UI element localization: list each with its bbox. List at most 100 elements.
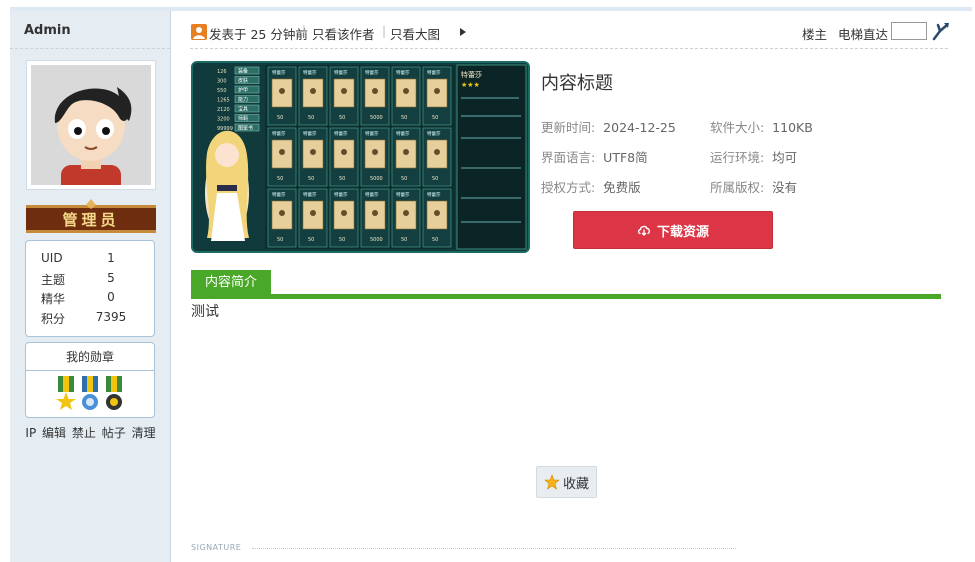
hero-card-figure bbox=[403, 149, 409, 155]
left-tag-text: 皮肤 bbox=[238, 77, 248, 84]
update-time-value: 2024-12-25 bbox=[603, 120, 676, 135]
hero-card-label: 特蕾莎 bbox=[365, 130, 379, 137]
left-value-text: 2120 bbox=[217, 107, 230, 113]
hero-card-label: 特蕾莎 bbox=[396, 191, 410, 198]
floor-master-label: 楼主 bbox=[802, 27, 828, 42]
left-tag-text: 师羁 bbox=[238, 115, 248, 122]
stat-value[interactable]: 7395 bbox=[81, 310, 141, 330]
post-main: 发表于 25 分钟前 | 只看该作者 | 只看大图 楼主 电梯直达 126 装备 3… bbox=[190, 11, 950, 562]
medal-ring-icon[interactable] bbox=[104, 376, 124, 412]
signature-divider bbox=[252, 548, 736, 549]
medal-shield-icon[interactable] bbox=[80, 376, 100, 412]
license-type-value: 免费版 bbox=[603, 180, 641, 195]
hero-card-label: 特蕾莎 bbox=[334, 130, 348, 137]
hero-card-figure bbox=[372, 149, 378, 155]
hero-card-cost: 50 bbox=[308, 237, 314, 243]
separator: | bbox=[302, 24, 307, 38]
hero-card-cost: 50 bbox=[401, 176, 407, 182]
medal-title[interactable]: 我的勋章 bbox=[26, 343, 154, 371]
elevator-label: 电梯直达 bbox=[838, 27, 889, 42]
stat-value[interactable]: 0 bbox=[81, 290, 141, 310]
author-name[interactable]: Admin bbox=[10, 11, 170, 49]
favorite-button[interactable]: 收藏 bbox=[536, 466, 597, 498]
stat-row-credits: 积分 7395 bbox=[26, 310, 154, 330]
post-time: 发表于 25 分钟前 bbox=[209, 27, 308, 42]
hero-card-label: 特蕾莎 bbox=[303, 69, 317, 76]
signature-label: SIGNATURE bbox=[191, 543, 242, 552]
copyright-label: 所属版权: bbox=[710, 180, 765, 195]
favorite-label: 收藏 bbox=[562, 476, 589, 492]
hero-card-label: 特蕾莎 bbox=[272, 69, 286, 76]
hero-card-figure bbox=[279, 210, 285, 216]
file-size: 软件大小: 110KB bbox=[710, 117, 813, 136]
hero-card-label: 特蕾莎 bbox=[334, 191, 348, 198]
hero-card-label: 特蕾莎 bbox=[365, 191, 379, 198]
stat-key: 积分 bbox=[41, 311, 66, 326]
hero-card-label: 特蕾莎 bbox=[365, 69, 379, 76]
only-image-link[interactable]: 只看大图 bbox=[390, 24, 440, 43]
avatar[interactable] bbox=[26, 60, 156, 190]
hero-card-label: 特蕾莎 bbox=[427, 191, 441, 198]
update-time: 更新时间: 2024-12-25 bbox=[541, 117, 676, 136]
hero-card-cost: 50 bbox=[277, 115, 283, 121]
hero-card-cost: 50 bbox=[339, 237, 345, 243]
update-time-label: 更新时间: bbox=[541, 120, 596, 135]
user-group-label: 管理员 bbox=[62, 211, 120, 229]
admin-link-ban[interactable]: 禁止 bbox=[72, 426, 96, 440]
stat-key: UID bbox=[41, 251, 63, 265]
admin-link-clean[interactable]: 清理 bbox=[132, 426, 156, 440]
admin-link-ip[interactable]: IP bbox=[25, 426, 36, 440]
hero-card-label: 特蕾莎 bbox=[334, 69, 348, 76]
admin-link-edit[interactable]: 编辑 bbox=[42, 426, 66, 440]
hero-card-cost: 50 bbox=[308, 176, 314, 182]
hero-card-cost: 50 bbox=[339, 115, 345, 121]
hero-card-label: 特蕾莎 bbox=[303, 130, 317, 137]
stat-value[interactable]: 5 bbox=[81, 271, 141, 291]
download-button[interactable]: 下载资源 bbox=[573, 211, 773, 249]
medal-list bbox=[26, 371, 154, 412]
hero-card-cost: 50 bbox=[401, 237, 407, 243]
left-value-text: 3200 bbox=[217, 117, 230, 123]
hero-card-cost: 50 bbox=[339, 176, 345, 182]
admin-links: IP 编辑 禁止 帖子 清理 bbox=[10, 424, 171, 441]
stat-row-uid: UID 1 bbox=[26, 251, 154, 271]
hero-card-figure bbox=[434, 149, 440, 155]
resource-thumbnail[interactable]: 126 装备 300 皮肤 550 护甲 1265 能力 2120 宝具 3200 师羁 99999 图鉴… bbox=[191, 61, 530, 253]
tab-underline bbox=[191, 294, 941, 299]
medal-box: 我的勋章 bbox=[25, 342, 155, 418]
left-value-text: 300 bbox=[217, 79, 227, 85]
tab-content-intro[interactable]: 内容简介 bbox=[191, 270, 271, 295]
jump-floor-icon[interactable] bbox=[932, 21, 950, 41]
hero-card-figure bbox=[279, 149, 285, 155]
run-environment-label: 运行环境: bbox=[710, 150, 765, 165]
cloud-download-icon bbox=[637, 225, 650, 236]
hero-card-label: 特蕾莎 bbox=[272, 191, 286, 198]
hero-card-cost: 50 bbox=[432, 115, 438, 121]
run-environment-value: 均可 bbox=[772, 150, 798, 165]
hero-card-label: 特蕾莎 bbox=[396, 130, 410, 137]
only-author-link[interactable]: 只看该作者 bbox=[312, 24, 375, 43]
star-icon bbox=[544, 474, 560, 490]
hero-card-cost: 5000 bbox=[370, 176, 383, 182]
hero-card-cost: 50 bbox=[432, 176, 438, 182]
medal-star-icon[interactable] bbox=[56, 376, 76, 412]
left-value-text: 550 bbox=[217, 88, 227, 94]
hero-card-cost: 50 bbox=[401, 115, 407, 121]
admin-link-posts[interactable]: 帖子 bbox=[102, 426, 126, 440]
stat-value[interactable]: 1 bbox=[81, 251, 141, 271]
stat-key: 精华 bbox=[41, 292, 66, 306]
separator: | bbox=[382, 24, 387, 38]
hero-card-figure bbox=[434, 88, 440, 94]
post-info-bar: 发表于 25 分钟前 | 只看该作者 | 只看大图 楼主 电梯直达 bbox=[190, 21, 950, 49]
license-type: 授权方式: 免费版 bbox=[541, 177, 641, 196]
user-group-badge: 管理员 bbox=[26, 199, 156, 235]
download-label: 下载资源 bbox=[656, 224, 709, 240]
ui-language-value: UTF8简 bbox=[603, 150, 648, 165]
floor-number-input[interactable] bbox=[891, 22, 927, 40]
hero-card-label: 特蕾莎 bbox=[272, 130, 286, 137]
left-tag-text: 宝具 bbox=[238, 106, 248, 113]
post-content: 测试 bbox=[191, 304, 219, 320]
hero-card-cost: 5000 bbox=[370, 237, 383, 243]
play-arrow-icon[interactable] bbox=[460, 28, 466, 36]
hero-card-cost: 50 bbox=[277, 176, 283, 182]
